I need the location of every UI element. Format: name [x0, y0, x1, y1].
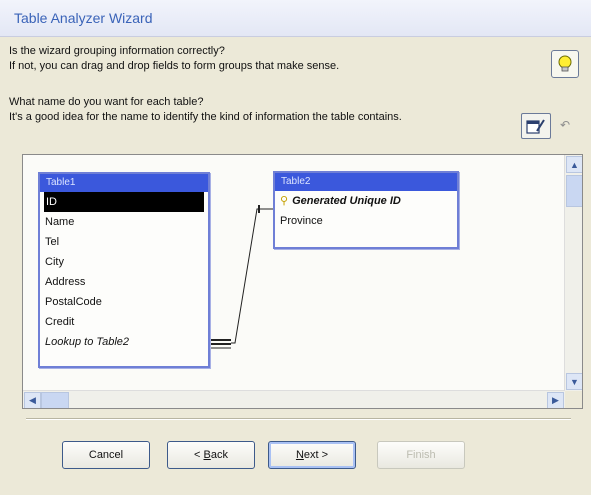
primary-key-icon: ⚲: [280, 195, 289, 207]
table1-field-postalcode[interactable]: PostalCode: [40, 292, 208, 312]
button-divider: [26, 418, 571, 420]
table1-field-city[interactable]: City: [40, 252, 208, 272]
back-button-accesskey: B: [203, 449, 211, 461]
undo-button[interactable]: ↶: [553, 115, 577, 135]
table1-field-credit[interactable]: Credit: [40, 312, 208, 332]
back-button-rest: ack: [210, 449, 228, 461]
wizard-title: Table Analyzer Wizard: [14, 10, 153, 26]
wizard-title-bar: Table Analyzer Wizard: [0, 0, 591, 37]
next-button-rest: ext >: [303, 449, 329, 461]
rename-table-icon: [526, 119, 545, 134]
lightbulb-icon: [558, 55, 572, 72]
table2-field-generated-id[interactable]: ⚲ Generated Unique ID: [275, 191, 457, 211]
horizontal-scroll-thumb[interactable]: [41, 392, 69, 408]
scrollbar-corner: [565, 391, 582, 408]
table1-field-id[interactable]: ID: [44, 192, 204, 212]
table1-field-address[interactable]: Address: [40, 272, 208, 292]
tips-button[interactable]: [551, 50, 579, 78]
table-layout-canvas[interactable]: Table1 ID Name Tel City Address PostalCo…: [22, 154, 583, 409]
rename-table-button[interactable]: [521, 113, 551, 139]
back-button-prefix: <: [194, 449, 204, 461]
table1-field-lookup[interactable]: Lookup to Table2: [40, 332, 208, 352]
scroll-up-arrow-icon[interactable]: ▲: [566, 156, 582, 173]
table1-box[interactable]: Table1 ID Name Tel City Address PostalCo…: [38, 172, 210, 368]
next-button[interactable]: Next >: [268, 441, 356, 469]
instruction-name-question: What name do you want for each table?: [9, 96, 204, 108]
scroll-down-arrow-icon[interactable]: ▼: [566, 373, 582, 390]
cancel-button[interactable]: Cancel: [62, 441, 150, 469]
table2-field-generated-id-label: Generated Unique ID: [292, 195, 401, 207]
instruction-name-help: It's a good idea for the name to identif…: [9, 111, 402, 123]
table2-box[interactable]: Table2 ⚲ Generated Unique ID Province: [273, 171, 459, 249]
scroll-right-arrow-icon[interactable]: ▶: [547, 392, 564, 408]
table1-field-tel[interactable]: Tel: [40, 232, 208, 252]
instruction-grouping-help: If not, you can drag and drop fields to …: [9, 60, 340, 72]
next-button-accesskey: N: [295, 449, 304, 461]
horizontal-scrollbar[interactable]: ◀ ▶: [23, 390, 565, 408]
vertical-scrollbar[interactable]: ▲ ▼: [564, 155, 582, 391]
table2-title[interactable]: Table2: [275, 173, 457, 191]
table1-title[interactable]: Table1: [40, 174, 208, 192]
table1-field-name[interactable]: Name: [40, 212, 208, 232]
finish-button[interactable]: Finish: [377, 441, 465, 469]
instruction-grouping-question: Is the wizard grouping information corre…: [9, 45, 225, 57]
vertical-scroll-thumb[interactable]: [566, 175, 582, 207]
back-button[interactable]: < Back: [167, 441, 255, 469]
table2-field-province[interactable]: Province: [275, 211, 457, 231]
scroll-left-arrow-icon[interactable]: ◀: [24, 392, 41, 408]
undo-icon: ↶: [559, 118, 571, 132]
